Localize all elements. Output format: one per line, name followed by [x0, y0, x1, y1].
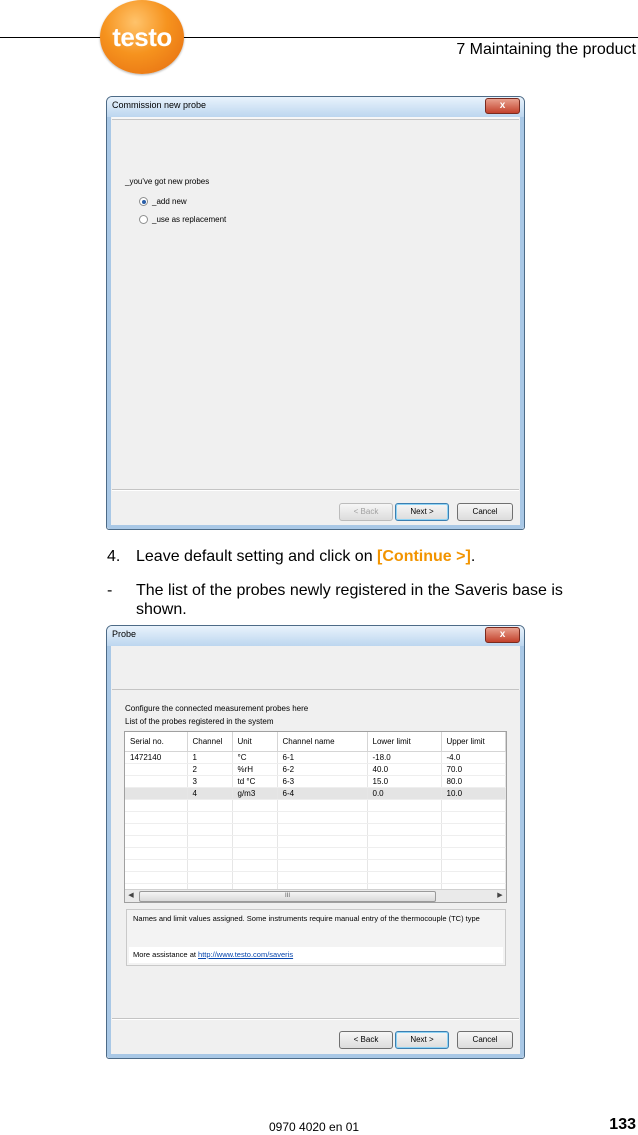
cell-upper-limit[interactable]: 80.0	[441, 775, 506, 788]
empty-row	[125, 871, 506, 884]
continue-action: [Continue >]	[377, 548, 471, 565]
chapter-title: 7 Maintaining the product	[456, 41, 636, 58]
commission-probe-dialog: Commission new probe x _you've got new p…	[106, 96, 525, 530]
dialog-title: Probe	[112, 629, 137, 639]
horizontal-scrollbar[interactable]: ◀ III ▶	[125, 889, 506, 902]
cell-upper-limit[interactable]: 70.0	[441, 763, 506, 776]
cell-unit: °C	[232, 751, 278, 764]
empty-row	[125, 859, 506, 872]
document-code: 0970 4020 en 01	[269, 1120, 360, 1134]
result-line-1: The list of the probes newly registered …	[136, 582, 563, 599]
cell-lower-limit[interactable]: 0.0	[367, 787, 442, 800]
cell-channel: 1	[187, 751, 233, 764]
cell-lower-limit[interactable]: -18.0	[367, 751, 442, 764]
cell-channel: 4	[187, 787, 233, 800]
cell-channel-name[interactable]: 6-1	[277, 751, 368, 764]
table-header-row: Serial no. Channel Unit Channel name Low…	[125, 732, 506, 752]
cell-unit: %rH	[232, 763, 278, 776]
saveris-link[interactable]: http://www.testo.com/saveris	[198, 950, 293, 959]
scroll-right-icon[interactable]: ▶	[494, 890, 506, 902]
cell-channel-name[interactable]: 6-2	[277, 763, 368, 776]
cell-unit: td °C	[232, 775, 278, 788]
cell-serial	[125, 775, 188, 788]
cell-serial	[125, 787, 188, 800]
col-lower-limit[interactable]: Lower limit	[367, 732, 442, 752]
cell-upper-limit[interactable]: -4.0	[441, 751, 506, 764]
cell-serial	[125, 763, 188, 776]
empty-row	[125, 847, 506, 860]
table-row[interactable]: 3 td °C 6-3 15.0 80.0	[125, 775, 506, 788]
step-instruction: Leave default setting and click on [Cont…	[136, 547, 475, 567]
empty-row	[125, 811, 506, 824]
page-number: 133	[609, 1116, 636, 1133]
info-panel: Names and limit values assigned. Some in…	[126, 909, 506, 966]
col-upper-limit[interactable]: Upper limit	[441, 732, 506, 752]
testo-logo: testo	[100, 0, 184, 74]
empty-row	[125, 835, 506, 848]
table-row[interactable]: 2 %rH 6-2 40.0 70.0	[125, 763, 506, 776]
cell-unit: g/m3	[232, 787, 278, 800]
scroll-thumb[interactable]: III	[139, 891, 436, 902]
cell-channel: 2	[187, 763, 233, 776]
window-frame	[107, 117, 524, 529]
scroll-left-icon[interactable]: ◀	[125, 890, 137, 902]
close-button[interactable]: x	[485, 627, 520, 643]
step-text-end: .	[470, 548, 476, 565]
header-rule-left	[0, 37, 102, 38]
col-channel[interactable]: Channel	[187, 732, 233, 752]
info-text: Names and limit values assigned. Some in…	[133, 914, 480, 923]
step-number: 4.	[107, 548, 121, 565]
step-text: Leave default setting and click on	[136, 548, 378, 565]
col-serial[interactable]: Serial no.	[125, 732, 188, 752]
empty-row	[125, 799, 506, 812]
cell-lower-limit[interactable]: 40.0	[367, 763, 442, 776]
header-rule-right	[182, 37, 638, 38]
close-button[interactable]: x	[485, 98, 520, 114]
assistance-prefix: More assistance at	[133, 950, 199, 959]
cell-upper-limit[interactable]: 10.0	[441, 787, 506, 800]
result-line-2: shown.	[136, 601, 187, 618]
table-row[interactable]: 1472140 1 °C 6-1 -18.0 -4.0	[125, 751, 506, 764]
dialog-title: Commission new probe	[112, 100, 207, 110]
empty-row	[125, 823, 506, 836]
cell-serial: 1472140	[125, 751, 188, 764]
assistance-row: More assistance at http://www.testo.com/…	[129, 947, 503, 963]
cell-channel: 3	[187, 775, 233, 788]
probe-table[interactable]: Serial no. Channel Unit Channel name Low…	[124, 731, 507, 903]
col-unit[interactable]: Unit	[232, 732, 278, 752]
titlebar: Probe x	[107, 626, 524, 646]
col-channel-name[interactable]: Channel name	[277, 732, 368, 752]
cell-lower-limit[interactable]: 15.0	[367, 775, 442, 788]
assistance-line: More assistance at http://www.testo.com/…	[133, 950, 293, 959]
cell-channel-name[interactable]: 6-4	[277, 787, 368, 800]
table-row-selected[interactable]: 4 g/m3 6-4 0.0 10.0	[125, 787, 506, 800]
result-bullet: -	[107, 582, 113, 599]
cell-channel-name[interactable]: 6-3	[277, 775, 368, 788]
titlebar: Commission new probe x	[107, 97, 524, 117]
